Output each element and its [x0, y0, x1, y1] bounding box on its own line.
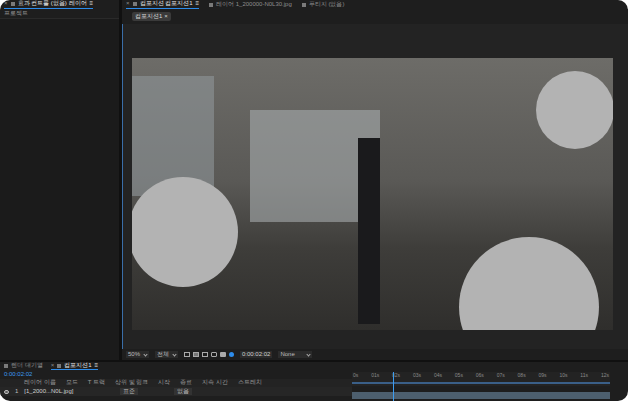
- timeline-panel: 렌더 대기열 ×컴포지션1≡ 0:00:02:02 레이어 이름 모드 T 트랙 상위 …: [0, 360, 628, 401]
- timeline-time[interactable]: 0:00:02:02: [4, 371, 32, 378]
- panel-icon: [133, 2, 137, 6]
- mode-dropdown[interactable]: 표준: [120, 388, 138, 395]
- ruler-label: 09s: [539, 372, 547, 378]
- layer-name[interactable]: [1_2000...N0L.jpg]: [24, 388, 114, 395]
- ruler-label: 12s: [601, 372, 609, 378]
- menu-icon[interactable]: ≡: [90, 0, 94, 7]
- current-time[interactable]: 0:00:02:02: [240, 351, 272, 358]
- comp-frame: [132, 58, 613, 330]
- panel-tab[interactable]: ×컴포지션 컴포지션1≡: [126, 0, 199, 9]
- camera-icon[interactable]: [220, 352, 226, 357]
- ruler-label: 11s: [580, 372, 588, 378]
- column-header[interactable]: 모드: [66, 379, 78, 386]
- resolution-dropdown[interactable]: 전체: [155, 351, 178, 358]
- column-header[interactable]: 시작: [158, 379, 170, 386]
- parent-dropdown[interactable]: 없음: [174, 388, 192, 395]
- shape-circle[interactable]: [459, 237, 599, 330]
- column-header[interactable]: 상위 및 링크: [115, 379, 148, 386]
- playhead[interactable]: [393, 372, 394, 401]
- panel-icon: [209, 3, 213, 7]
- app-window: ×효과 컨트롤 (없음) 레이어≡ 프로젝트 ×컴포지션 컴포지션1≡ 레이어 1…: [0, 0, 628, 401]
- panel-tab[interactable]: 푸티지 (없음): [302, 0, 345, 9]
- ruler-label: 03s: [413, 372, 421, 378]
- menu-icon[interactable]: ≡: [95, 362, 99, 369]
- viewer-panel: ×컴포지션 컴포지션1≡ 레이어 1_200000-N0L30.jpg 푸티지 (없…: [122, 0, 628, 360]
- comp-canvas: [122, 24, 628, 349]
- layer-row[interactable]: 1 [1_2000...N0L.jpg] 표준 없음: [0, 387, 352, 396]
- left-panel: ×효과 컨트롤 (없음) 레이어≡ 프로젝트: [0, 0, 122, 360]
- ruler-label: 06s: [476, 372, 484, 378]
- close-icon[interactable]: ×: [126, 0, 130, 7]
- zoom-dropdown[interactable]: 50%: [126, 351, 149, 358]
- ruler-label: 07s: [497, 372, 505, 378]
- time-ruler[interactable]: 0s01s02s03s04s05s06s07s08s09s10s11s12s: [352, 372, 610, 386]
- renderer-dropdown[interactable]: None: [278, 351, 311, 358]
- layer-bar[interactable]: [352, 392, 610, 399]
- ruler-label: 05s: [455, 372, 463, 378]
- panel-icon: [4, 364, 8, 368]
- close-icon[interactable]: ×: [51, 362, 55, 369]
- close-icon[interactable]: ×: [4, 0, 8, 7]
- comp-tab[interactable]: 컴포지션1×: [132, 12, 171, 21]
- panel-icon: [302, 3, 306, 7]
- panel-tab[interactable]: 레이어 1_200000-N0L30.jpg: [209, 0, 292, 9]
- eye-icon[interactable]: [4, 390, 9, 394]
- grid-icon[interactable]: [184, 352, 190, 357]
- panel-tab[interactable]: 렌더 대기열: [4, 362, 43, 370]
- viewer-toolbar: 50% 전체 0:00:02:02 None: [122, 349, 628, 360]
- grid-icon[interactable]: [193, 352, 199, 357]
- shape-circle[interactable]: [132, 177, 238, 287]
- shape-circle[interactable]: [536, 71, 613, 149]
- ruler-label: 01s: [371, 372, 379, 378]
- column-header[interactable]: 스트레치: [238, 379, 262, 386]
- ruler-label: 10s: [559, 372, 567, 378]
- column-header[interactable]: T 트랙: [88, 379, 105, 386]
- column-header[interactable]: 종료: [180, 379, 192, 386]
- ruler-label: 04s: [434, 372, 442, 378]
- panel-icon: [11, 2, 15, 6]
- ruler-label: 08s: [518, 372, 526, 378]
- panel-icon: [57, 364, 61, 368]
- menu-icon[interactable]: ≡: [196, 0, 200, 7]
- column-header[interactable]: 레이어 이름: [24, 379, 56, 386]
- panel-tab[interactable]: ×컴포지션1≡: [51, 362, 98, 370]
- project-title: 프로젝트: [4, 10, 28, 17]
- column-header[interactable]: 지속 시간: [202, 379, 228, 386]
- color-icon[interactable]: [229, 352, 234, 357]
- mask-icon[interactable]: [211, 352, 217, 357]
- panel-tab[interactable]: ×효과 컨트롤 (없음) 레이어≡: [4, 0, 93, 9]
- ruler-label: 0s: [353, 372, 358, 378]
- layer-number: 1: [15, 388, 18, 395]
- grid-icon[interactable]: [202, 352, 208, 357]
